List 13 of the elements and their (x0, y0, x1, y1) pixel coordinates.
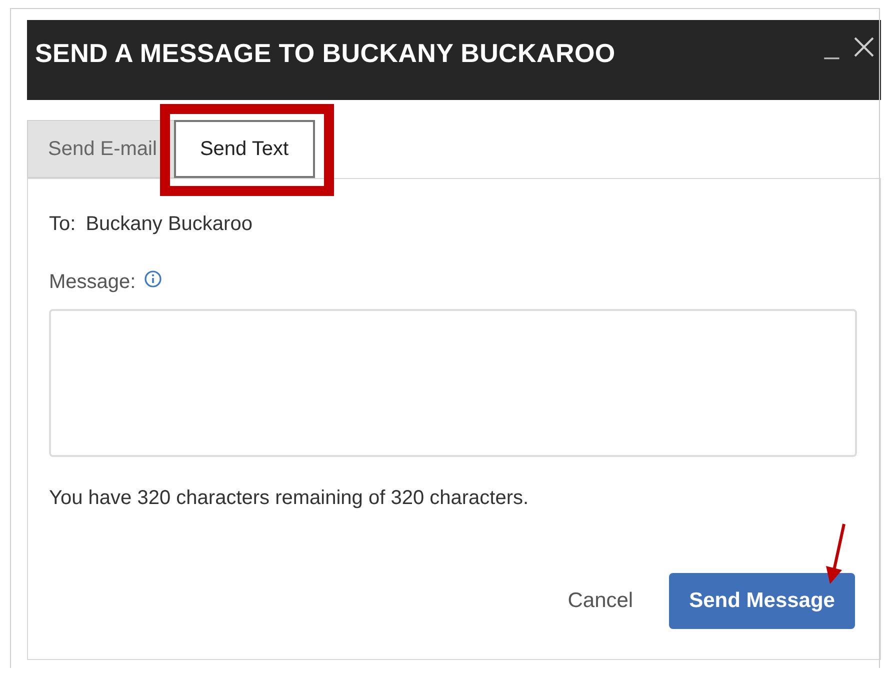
window-title: SEND A MESSAGE TO BUCKANY BUCKAROO (35, 37, 616, 70)
message-field[interactable] (49, 309, 857, 457)
to-label: To: (49, 212, 76, 237)
tab[interactable]: Send E-mail (27, 120, 176, 178)
cancel-button[interactable]: Cancel (568, 585, 634, 617)
close-icon[interactable] (853, 36, 875, 58)
message-label: Message: (49, 270, 136, 295)
recipient-name: Buckany Buckaroo (86, 212, 252, 237)
minimize-button[interactable]: _ (824, 32, 839, 58)
tab[interactable]: Send Text (174, 120, 315, 178)
info-icon[interactable] (144, 270, 162, 288)
character-count: You have 320 characters remaining of 320 characters. (49, 486, 530, 511)
send-message-button[interactable]: Send Message (669, 573, 855, 629)
